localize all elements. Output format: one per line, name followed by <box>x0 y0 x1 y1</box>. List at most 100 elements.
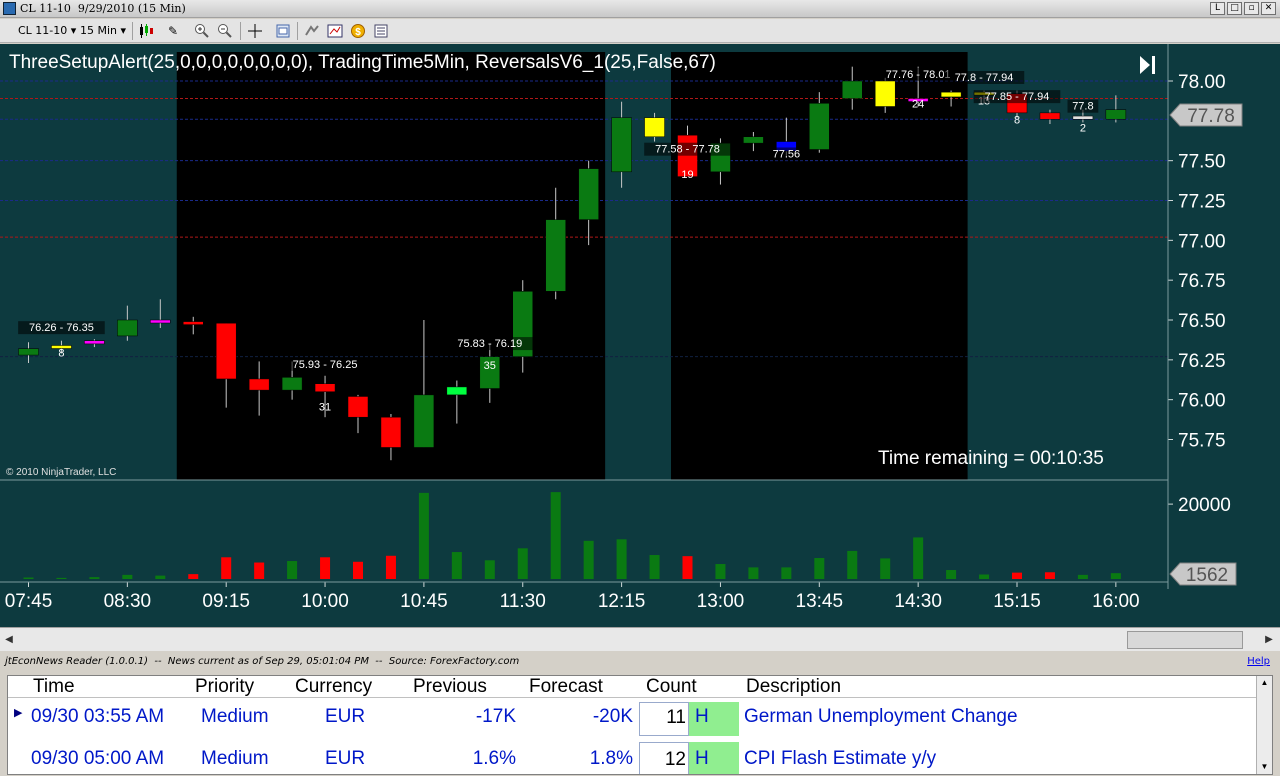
volume-bar <box>748 567 759 579</box>
row-description: German Unemployment Change <box>744 706 1018 727</box>
table-row[interactable]: 09/30 05:00 AM Medium EUR 1.6% 1.8% 12 H… <box>8 740 1256 774</box>
price-tick-label: 77.50 <box>1178 152 1226 173</box>
instrument-label: CL 11-10 <box>18 24 68 37</box>
volume-bar <box>385 555 396 579</box>
link-button[interactable]: L <box>1210 2 1225 15</box>
time-tick-label: 10:45 <box>400 591 448 612</box>
candle-body <box>413 394 435 448</box>
candle-body <box>215 322 237 380</box>
scroll-to-end-icon[interactable] <box>1140 56 1155 74</box>
time-tick-label: 15:15 <box>993 591 1041 612</box>
volume-bar <box>616 539 627 579</box>
news-header: jtEconNews Reader (1.0.0.1) -- News curr… <box>5 656 520 667</box>
range-annotation: 77.8 <box>1072 101 1093 113</box>
range-annotation: 75.83 - 76.19 <box>457 338 522 350</box>
last-volume-value: 1562 <box>1186 565 1228 586</box>
row-count: 11 <box>639 702 689 736</box>
candle-body <box>743 136 764 144</box>
volume-bar <box>649 555 660 579</box>
range-annotation: 77.8 - 77.94 <box>955 72 1014 84</box>
volume-bar <box>913 537 924 579</box>
column-header-currency[interactable]: Currency <box>295 676 372 698</box>
candle-body <box>545 219 566 292</box>
strategy-icon[interactable]: $ <box>350 23 366 39</box>
candle-body <box>248 378 270 391</box>
time-tick-label: 08:30 <box>104 591 152 612</box>
instrument-selector[interactable]: CL 11-10 ▾ <box>18 23 76 39</box>
price-chart[interactable]: 76.26 - 76.35 8 75.93 - 76.25 31 75.83 - 76.… <box>0 44 1280 627</box>
column-header-forecast[interactable]: Forecast <box>529 676 603 698</box>
zoom-out-icon[interactable] <box>217 23 233 39</box>
news-vertical-scrollbar[interactable]: ▲ ▼ <box>1256 676 1272 774</box>
candle-body <box>644 117 665 138</box>
row-currency: EUR <box>325 706 366 727</box>
row-count: 12 <box>639 742 689 774</box>
scroll-up-icon[interactable]: ▲ <box>1257 676 1272 690</box>
candle-body <box>150 319 171 324</box>
price-tick-label: 76.25 <box>1178 351 1226 372</box>
scroll-left-icon[interactable]: ◀ <box>2 632 16 648</box>
last-price-value: 77.78 <box>1187 106 1235 127</box>
range-annotation: 77.85 - 77.94 <box>985 91 1050 103</box>
volume-bar <box>484 560 495 579</box>
price-tick-label: 78.00 <box>1178 72 1226 93</box>
row-time: 09/30 05:00 AM <box>31 748 165 769</box>
price-tick-label: 76.00 <box>1178 391 1226 412</box>
time-tick-label: 07:45 <box>5 591 53 612</box>
table-row[interactable]: ▶ 09/30 03:55 AM Medium EUR -17K -20K 11… <box>8 700 1256 740</box>
column-header-priority[interactable]: Priority <box>195 676 254 698</box>
row-forecast: 1.8% <box>589 748 633 769</box>
column-header-time[interactable]: Time <box>33 676 75 698</box>
row-impact-badge: H <box>689 702 739 736</box>
volume-bar <box>880 558 891 579</box>
volume-bar <box>583 540 594 579</box>
volume-bar <box>1044 572 1055 579</box>
interval-selector[interactable]: 15 Min ▾ <box>80 23 126 39</box>
properties-icon[interactable] <box>275 23 291 39</box>
candle-body <box>84 340 105 345</box>
scroll-thumb[interactable] <box>1127 631 1243 649</box>
column-header-previous[interactable]: Previous <box>413 676 487 698</box>
count-annotation: 2 <box>1080 123 1086 135</box>
close-button[interactable]: ✕ <box>1261 2 1276 15</box>
volume-bar <box>221 557 232 579</box>
news-table: Time Priority Currency Previous Forecast… <box>7 675 1273 775</box>
data-box-icon[interactable] <box>304 23 320 39</box>
list-icon[interactable] <box>373 23 389 39</box>
zoom-in-icon[interactable] <box>194 23 210 39</box>
copyright-label: © 2010 NinjaTrader, LLC <box>6 467 116 478</box>
candlestick-icon[interactable] <box>138 23 154 39</box>
time-tick-label: 10:00 <box>301 591 349 612</box>
help-link[interactable]: Help <box>1247 656 1270 667</box>
candle-body <box>380 416 402 448</box>
candle-body <box>1039 112 1061 120</box>
chart-horizontal-scrollbar[interactable]: ◀ ▶ <box>0 627 1280 651</box>
candle-body <box>347 396 369 418</box>
time-tick-label: 12:15 <box>598 591 646 612</box>
candle-body <box>940 91 962 98</box>
range-annotation: 77.56 <box>773 148 801 160</box>
scroll-right-icon[interactable]: ▶ <box>1262 632 1276 648</box>
volume-bar <box>781 567 792 579</box>
volume-bar <box>287 561 298 579</box>
range-annotation: 75.93 - 76.25 <box>293 359 358 371</box>
chart-trader-icon[interactable] <box>327 23 343 39</box>
column-header-count[interactable]: Count <box>646 676 697 698</box>
indicator-label: ThreeSetupAlert(25,0,0,0,0,0,0,0,0), Tra… <box>9 52 716 73</box>
candle-body <box>578 168 599 220</box>
pencil-draw-icon[interactable]: ✎ <box>165 23 181 39</box>
candle-body <box>611 117 632 173</box>
row-previous: -17K <box>475 706 516 727</box>
column-header-description[interactable]: Description <box>746 676 841 698</box>
volume-bar <box>56 577 67 579</box>
crosshair-icon[interactable] <box>247 23 263 39</box>
chart-panel[interactable]: 76.26 - 76.35 8 75.93 - 76.25 31 75.83 - 76.… <box>0 44 1280 627</box>
range-annotation: 77.58 - 77.78 <box>655 144 720 156</box>
scroll-down-icon[interactable]: ▼ <box>1257 760 1272 774</box>
minimize-button[interactable]: □ <box>1227 2 1242 15</box>
window-title: CL 11-10 9/29/2010 (15 Min) <box>20 2 186 15</box>
restore-button[interactable]: ▫ <box>1244 2 1259 15</box>
volume-bar <box>1012 572 1022 579</box>
volume-bar <box>188 574 199 579</box>
time-tick-label: 13:45 <box>796 591 844 612</box>
